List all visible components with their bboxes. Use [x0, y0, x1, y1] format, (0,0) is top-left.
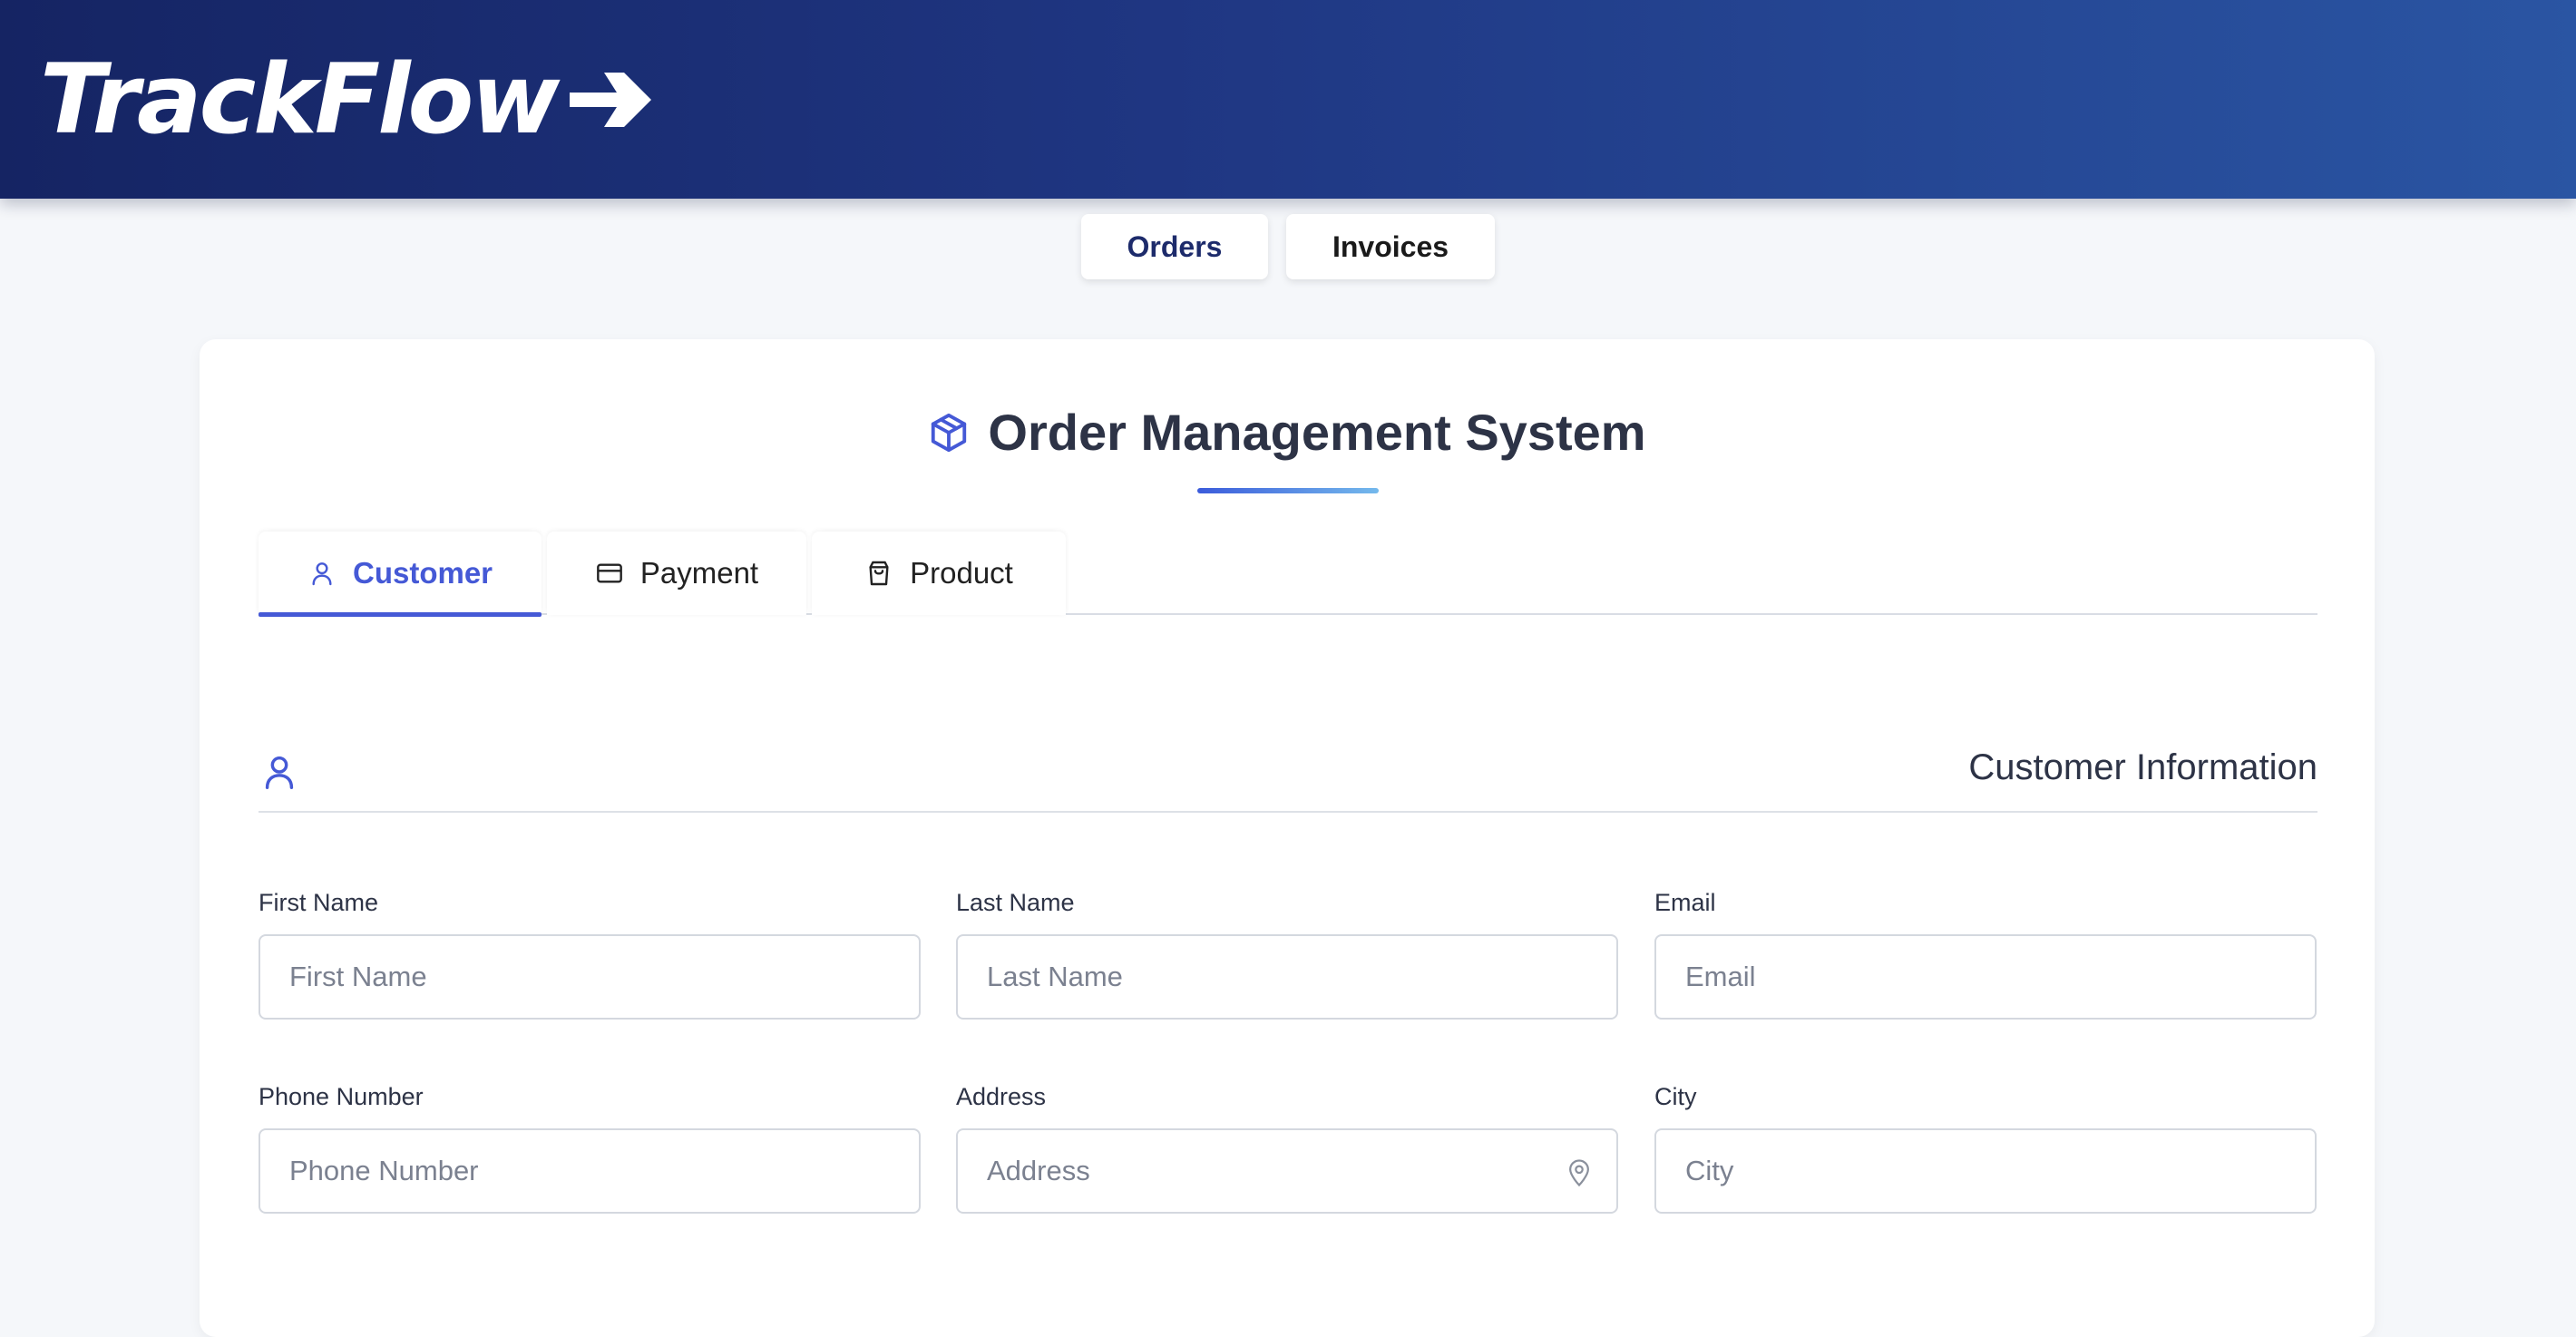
- nav-invoices-button[interactable]: Invoices: [1286, 214, 1495, 279]
- address-input[interactable]: [958, 1130, 1616, 1212]
- title-underline: [1197, 488, 1379, 493]
- tab-payment[interactable]: Payment: [547, 532, 806, 615]
- phone-number-input-box: [259, 1128, 921, 1214]
- city-input[interactable]: [1656, 1130, 2315, 1212]
- section-header: Customer Information: [259, 729, 2317, 813]
- first-name-field: First Name: [259, 887, 921, 1020]
- phone-number-field: Phone Number: [259, 1081, 921, 1214]
- app-header: TrackFlow: [0, 0, 2576, 199]
- map-pin-icon: [1569, 1159, 1589, 1187]
- first-name-input[interactable]: [260, 936, 919, 1018]
- first-name-input-box: [259, 934, 921, 1020]
- last-name-input-box: [956, 934, 1618, 1020]
- order-form-card: Order Management System Customer Payment…: [200, 339, 2375, 1337]
- page-title-row: Order Management System: [200, 403, 2375, 462]
- package-icon: [932, 413, 967, 452]
- city-field: City: [1654, 1081, 2317, 1214]
- last-name-field: Last Name: [956, 887, 1618, 1020]
- arrow-right-icon: [570, 73, 652, 127]
- section-title: Customer Information: [1968, 747, 2317, 787]
- tab-product[interactable]: Product: [812, 532, 1066, 615]
- email-input[interactable]: [1656, 936, 2315, 1018]
- form-tabs: Customer Payment Product: [259, 532, 2317, 617]
- user-icon: [265, 756, 294, 789]
- email-input-box: [1654, 934, 2317, 1020]
- credit-card-icon: [597, 563, 622, 583]
- logo-text: TrackFlow: [40, 44, 560, 155]
- email-field: Email: [1654, 887, 2317, 1020]
- email-label: Email: [1654, 889, 1716, 916]
- phone-number-label: Phone Number: [259, 1083, 424, 1110]
- tab-product-label: Product: [910, 556, 1013, 590]
- user-icon: [312, 562, 332, 586]
- top-nav: Orders Invoices: [0, 214, 2576, 279]
- address-label: Address: [956, 1083, 1047, 1110]
- phone-number-input[interactable]: [260, 1130, 919, 1212]
- nav-orders-button[interactable]: Orders: [1081, 214, 1268, 279]
- page-title: Order Management System: [988, 404, 1646, 461]
- city-label: City: [1654, 1083, 1697, 1110]
- first-name-label: First Name: [259, 889, 379, 916]
- shopping-bag-icon: [869, 561, 889, 586]
- tab-payment-label: Payment: [639, 556, 759, 590]
- nav-orders-label: Orders: [1127, 229, 1223, 263]
- last-name-input[interactable]: [958, 936, 1616, 1018]
- address-input-box: [956, 1128, 1618, 1214]
- address-field: Address: [956, 1081, 1618, 1214]
- tab-customer[interactable]: Customer: [259, 532, 542, 617]
- logo[interactable]: TrackFlow: [40, 47, 657, 152]
- last-name-label: Last Name: [956, 889, 1075, 916]
- nav-invoices-label: Invoices: [1332, 229, 1449, 263]
- city-input-box: [1654, 1128, 2317, 1214]
- tab-customer-label: Customer: [352, 556, 493, 590]
